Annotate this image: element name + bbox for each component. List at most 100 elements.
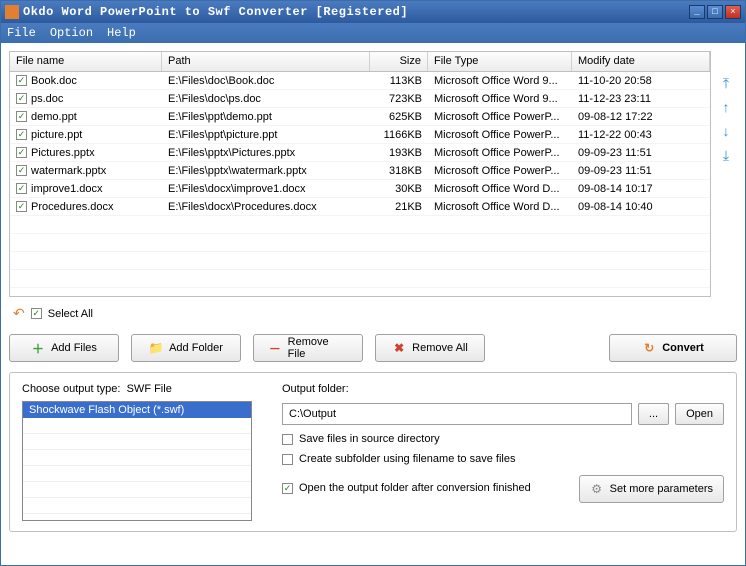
- file-date: 09-09-23 11:51: [572, 147, 710, 159]
- file-date: 09-09-23 11:51: [572, 165, 710, 177]
- file-type: Microsoft Office PowerP...: [428, 129, 572, 141]
- window-title: Okdo Word PowerPoint to Swf Converter [R…: [23, 5, 689, 19]
- file-date: 11-12-23 23:11: [572, 93, 710, 105]
- output-type-item[interactable]: Shockwave Flash Object (*.swf): [23, 402, 251, 418]
- maximize-button[interactable]: □: [707, 5, 723, 19]
- col-header-path[interactable]: Path: [162, 52, 370, 71]
- menu-file[interactable]: File: [7, 26, 36, 40]
- file-name: ps.doc: [31, 93, 63, 105]
- file-list-header: File name Path Size File Type Modify dat…: [10, 52, 710, 72]
- more-params-button[interactable]: ⚙ Set more parameters: [579, 475, 724, 503]
- file-date: 09-08-12 17:22: [572, 111, 710, 123]
- file-size: 723KB: [370, 93, 428, 105]
- select-all-checkbox[interactable]: ✓: [31, 308, 42, 319]
- table-row[interactable]: ✓ ps.doc E:\Files\doc\ps.doc723KBMicrosoft…: [10, 90, 710, 108]
- table-row[interactable]: ✓ demo.ppt E:\Files\ppt\demo.ppt625KBMicro…: [10, 108, 710, 126]
- table-row[interactable]: ✓Procedures.docxE:\Files\docx\Procedures…: [10, 198, 710, 216]
- minimize-button[interactable]: _: [689, 5, 705, 19]
- close-button[interactable]: ×: [725, 5, 741, 19]
- remove-file-button[interactable]: －Remove File: [253, 334, 363, 362]
- row-checkbox[interactable]: ✓: [16, 111, 27, 122]
- file-size: 1166KB: [370, 129, 428, 141]
- file-date: 09-08-14 10:17: [572, 183, 710, 195]
- minus-icon: －: [268, 341, 282, 355]
- more-params-label: Set more parameters: [610, 483, 713, 495]
- file-type: Microsoft Office PowerP...: [428, 147, 572, 159]
- file-path: E:\Files\pptx\Pictures.pptx: [162, 147, 370, 159]
- file-size: 21KB: [370, 201, 428, 213]
- file-type: Microsoft Office Word 9...: [428, 93, 572, 105]
- table-row[interactable]: ✓Book.docE:\Files\doc\Book.doc113KBMicro…: [10, 72, 710, 90]
- move-bottom-icon[interactable]: ⤓: [717, 147, 735, 163]
- row-checkbox[interactable]: ✓: [16, 183, 27, 194]
- output-folder-input[interactable]: [282, 403, 632, 425]
- app-icon: [5, 5, 19, 19]
- output-type-label: Choose output type:: [22, 383, 120, 395]
- table-row[interactable]: ✓ improve1.docx E:\Files\docx\improve1.doc…: [10, 180, 710, 198]
- col-header-type[interactable]: File Type: [428, 52, 572, 71]
- convert-button[interactable]: ↻Convert: [609, 334, 737, 362]
- file-size: 193KB: [370, 147, 428, 159]
- output-type-list[interactable]: Shockwave Flash Object (*.swf): [22, 401, 252, 521]
- add-files-button[interactable]: ＋Add Files: [9, 334, 119, 362]
- file-name: watermark.pptx: [31, 165, 106, 177]
- file-date: 09-08-14 10:40: [572, 201, 710, 213]
- table-row[interactable]: ✓ Pictures.pptx E:\Files\pptx\Pictures.ppt…: [10, 144, 710, 162]
- open-after-checkbox[interactable]: ✓: [282, 483, 293, 494]
- menu-option[interactable]: Option: [50, 26, 93, 40]
- remove-all-icon: ✖: [392, 341, 406, 355]
- row-checkbox[interactable]: ✓: [16, 93, 27, 104]
- remove-all-button[interactable]: ✖ Remove All: [375, 334, 485, 362]
- file-name: demo.ppt: [31, 111, 77, 123]
- file-list[interactable]: File name Path Size File Type Modify dat…: [9, 51, 711, 297]
- move-down-icon[interactable]: ↓: [717, 123, 735, 139]
- convert-label: Convert: [662, 342, 704, 354]
- file-size: 625KB: [370, 111, 428, 123]
- browse-button[interactable]: ...: [638, 403, 669, 425]
- row-checkbox[interactable]: ✓: [16, 165, 27, 176]
- create-sub-label: Create subfolder using filename to save …: [299, 453, 515, 465]
- row-checkbox[interactable]: ✓: [16, 201, 27, 212]
- row-checkbox[interactable]: ✓: [16, 75, 27, 86]
- move-up-icon[interactable]: ↑: [717, 99, 735, 115]
- file-size: 30KB: [370, 183, 428, 195]
- file-path: E:\Files\docx\improve1.docx: [162, 183, 370, 195]
- file-path: E:\Files\doc\ps.doc: [162, 93, 370, 105]
- file-name: improve1.docx: [31, 183, 103, 195]
- table-row[interactable]: ✓watermark.pptxE:\Files\pptx\watermark.p…: [10, 162, 710, 180]
- curved-arrow-icon: ↶: [13, 305, 25, 322]
- titlebar: Okdo Word PowerPoint to Swf Converter [R…: [1, 1, 745, 23]
- move-top-icon[interactable]: ⤒: [717, 75, 735, 91]
- save-source-label: Save files in source directory: [299, 433, 440, 445]
- remove-all-label: Remove All: [412, 342, 468, 354]
- gear-icon: ⚙: [590, 482, 604, 496]
- row-checkbox[interactable]: ✓: [16, 147, 27, 158]
- folder-icon: 📁: [149, 341, 163, 355]
- file-date: 11-10-20 20:58: [572, 75, 710, 87]
- row-checkbox[interactable]: ✓: [16, 129, 27, 140]
- col-header-name[interactable]: File name: [10, 52, 162, 71]
- add-folder-button[interactable]: 📁 Add Folder: [131, 334, 241, 362]
- col-header-date[interactable]: Modify date: [572, 52, 710, 71]
- menu-help[interactable]: Help: [107, 26, 136, 40]
- file-name: Book.doc: [31, 75, 77, 87]
- output-type-value: SWF File: [127, 383, 172, 395]
- file-date: 11-12-22 00:43: [572, 129, 710, 141]
- table-row[interactable]: ✓picture.pptE:\Files\ppt\picture.ppt1166…: [10, 126, 710, 144]
- file-path: E:\Files\ppt\demo.ppt: [162, 111, 370, 123]
- output-folder-label: Output folder:: [282, 383, 724, 395]
- select-all-label: Select All: [48, 308, 93, 320]
- add-folder-label: Add Folder: [169, 342, 223, 354]
- plus-icon: ＋: [31, 341, 45, 355]
- open-after-label: Open the output folder after conversion …: [299, 482, 531, 494]
- file-type: Microsoft Office Word 9...: [428, 75, 572, 87]
- create-sub-checkbox[interactable]: [282, 454, 293, 465]
- col-header-size[interactable]: Size: [370, 52, 428, 71]
- file-type: Microsoft Office PowerP...: [428, 111, 572, 123]
- save-source-checkbox[interactable]: [282, 434, 293, 445]
- file-path: E:\Files\doc\Book.doc: [162, 75, 370, 87]
- file-path: E:\Files\ppt\picture.ppt: [162, 129, 370, 141]
- open-button[interactable]: Open: [675, 403, 724, 425]
- menubar: File Option Help: [1, 23, 745, 43]
- file-name: Pictures.pptx: [31, 147, 95, 159]
